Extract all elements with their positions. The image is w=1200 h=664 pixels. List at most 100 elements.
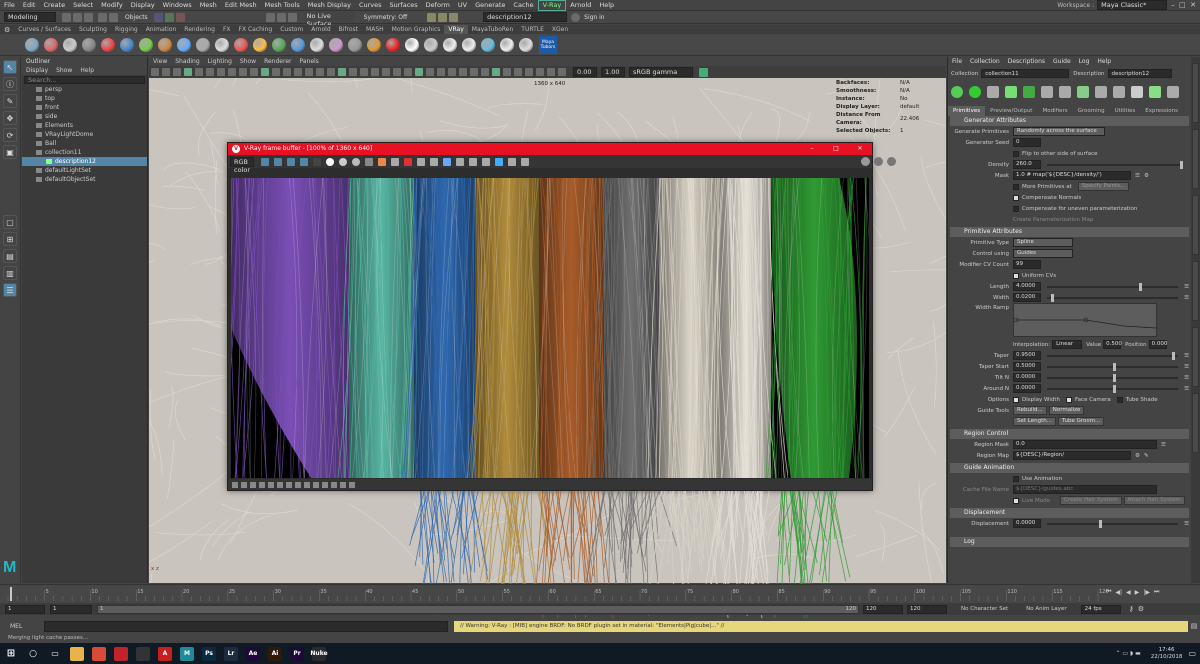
xgen-tool-icon[interactable]	[1041, 86, 1053, 98]
viewport-tool-icon[interactable]	[293, 68, 302, 76]
viewport-menu-panels[interactable]: Panels	[295, 57, 322, 66]
paint-select-icon[interactable]: ✎	[3, 94, 17, 108]
clipper-icon[interactable]	[290, 37, 305, 52]
side-panel-tabs[interactable]	[1191, 57, 1200, 583]
viewport-tool-icon[interactable]	[359, 68, 368, 76]
xgen-tool-icon[interactable]	[1149, 86, 1161, 98]
vfb-status-icon[interactable]	[339, 481, 346, 488]
vfb-tool-icon[interactable]	[312, 157, 321, 166]
xgen-tab-utilities[interactable]: Utilities	[1110, 106, 1141, 116]
window-controls[interactable]: – □ ✕	[1171, 1, 1196, 9]
outliner-item[interactable]: description12	[22, 157, 147, 166]
xgen-tool-icon[interactable]	[1167, 86, 1179, 98]
vfb-tool-icon[interactable]	[520, 157, 529, 166]
taper-start-slider[interactable]	[1047, 362, 1179, 371]
displacement-slider[interactable]	[1047, 519, 1179, 528]
viewport-tool-icon[interactable]	[480, 68, 489, 76]
menu-mesh-display[interactable]: Mesh Display	[304, 0, 355, 11]
vfb-tool-icon[interactable]	[364, 157, 373, 166]
vfb-tool-icon[interactable]	[299, 157, 308, 166]
task-view-icon[interactable]: ▭	[48, 646, 62, 661]
vfb-tool-icon[interactable]	[416, 157, 425, 166]
viewport-menu-shading[interactable]: Shading	[171, 57, 203, 66]
vfb-status-icon[interactable]	[321, 481, 328, 488]
outliner-item[interactable]: defaultLightSet	[22, 166, 147, 175]
after-effects-icon[interactable]: Ae	[246, 646, 260, 661]
xgen-tab-expressions[interactable]: Expressions	[1140, 106, 1183, 116]
select-tool-icon[interactable]: ↖	[3, 60, 17, 74]
viewport-tool-icon[interactable]	[282, 68, 291, 76]
fur-icon[interactable]	[214, 37, 229, 52]
region-mask-expression-icon[interactable]: ☰	[1161, 442, 1166, 448]
color-management-icon[interactable]	[699, 67, 708, 77]
xgen-tab-primitives[interactable]: Primitives	[948, 106, 986, 116]
vfb-status-icon[interactable]	[231, 481, 238, 488]
xgen-tool-icon[interactable]	[1131, 86, 1143, 98]
lightroom-icon[interactable]: Lr	[224, 646, 238, 661]
taper-start-expression-icon[interactable]: ☰	[1184, 364, 1189, 370]
menu-uv[interactable]: UV	[454, 0, 471, 11]
vfb-titlebar[interactable]: V V-Ray frame buffer - [100% of 1360 x 6…	[228, 143, 872, 155]
control-using-dropdown[interactable]: Guides	[1013, 249, 1073, 258]
viewport-tool-icon[interactable]	[557, 68, 566, 76]
xgen-tool-icon[interactable]	[1059, 86, 1071, 98]
anim-layer-dropdown[interactable]: No Anim Layer	[1026, 606, 1066, 612]
xgen-tool-icon[interactable]	[1023, 86, 1035, 98]
taper-field[interactable]: 0.9500	[1013, 351, 1041, 360]
windows-start-icon[interactable]: ⊞	[4, 646, 18, 661]
outliner-item[interactable]: Ball	[22, 139, 147, 148]
menu-modify[interactable]: Modify	[97, 0, 127, 11]
side-tab[interactable]	[1192, 327, 1199, 387]
sphere-icon[interactable]	[43, 37, 58, 52]
nuke-icon[interactable]: Nuke	[310, 646, 328, 661]
viewport-tool-icon[interactable]	[227, 68, 236, 76]
tilt-n-expression-icon[interactable]: ☰	[1184, 375, 1189, 381]
compensate-uneven-checkbox[interactable]	[1013, 205, 1019, 212]
create-hair-system-button[interactable]: Create Hair System	[1059, 496, 1122, 505]
tray-icons[interactable]: ⌃ ▭ ◗ ▬	[1115, 650, 1140, 657]
viewport-tool-icon[interactable]	[392, 68, 401, 76]
width-slider[interactable]	[1047, 293, 1179, 302]
shelf-tab-mayatuboren[interactable]: MayaTuboRen	[468, 25, 518, 34]
viewport-tool-icon[interactable]	[183, 68, 192, 76]
step-forward-icon[interactable]: |▶	[1143, 589, 1150, 596]
log-section-header[interactable]: Log	[950, 537, 1189, 547]
specify-points-button[interactable]: Specify Points...	[1077, 182, 1130, 191]
viewport-tool-icon[interactable]	[447, 68, 456, 76]
vfb-tool-icon[interactable]	[325, 157, 334, 166]
viewport-tool-icon[interactable]	[172, 68, 181, 76]
vfb-tool-icon[interactable]	[377, 157, 386, 166]
around-n-slider[interactable]	[1047, 384, 1179, 393]
vfb-status-icon[interactable]	[258, 481, 265, 488]
outliner-item[interactable]: side	[22, 112, 147, 121]
outliner-item[interactable]: persp	[22, 85, 147, 94]
displacement-expression-icon[interactable]: ☰	[1184, 521, 1189, 527]
face-camera-checkbox[interactable]	[1066, 396, 1073, 403]
cube-icon[interactable]	[62, 37, 77, 52]
viewport-tool-icon[interactable]	[546, 68, 555, 76]
fps-dropdown[interactable]: 24 fps	[1080, 604, 1121, 614]
side-tab[interactable]	[1192, 195, 1199, 255]
maximize-icon[interactable]: □	[824, 143, 848, 155]
key-icon[interactable]: ⚷	[1129, 605, 1134, 613]
vfb-ipr-icon[interactable]	[887, 157, 896, 166]
viewport-tool-icon[interactable]	[535, 68, 544, 76]
torus-icon[interactable]	[81, 37, 96, 52]
render-icon[interactable]	[427, 12, 437, 22]
collection-dropdown[interactable]: collection11	[981, 69, 1070, 78]
workspace-dropdown[interactable]: Maya Classic*	[1097, 0, 1168, 10]
single-view-icon[interactable]: ▢	[3, 215, 17, 229]
outliner-item[interactable]: front	[22, 103, 147, 112]
minimize-icon[interactable]: –	[800, 143, 824, 155]
rect-light-icon[interactable]	[385, 37, 400, 52]
viewport-tool-icon[interactable]	[425, 68, 434, 76]
vfb-render-image[interactable]	[231, 178, 869, 478]
outliner-menu-help[interactable]: Help	[76, 67, 98, 74]
region-map-paint-icon[interactable]: ✎	[1144, 453, 1149, 459]
uniform-cvs-checkbox[interactable]	[1013, 272, 1019, 279]
viewport-tool-icon[interactable]	[502, 68, 511, 76]
vray-logo-icon[interactable]	[518, 37, 533, 52]
go-end-icon[interactable]: ⏭	[1154, 588, 1159, 596]
shelf-tab-vray[interactable]: VRay	[444, 25, 468, 34]
set-length-button[interactable]: Set Length...	[1013, 417, 1056, 426]
